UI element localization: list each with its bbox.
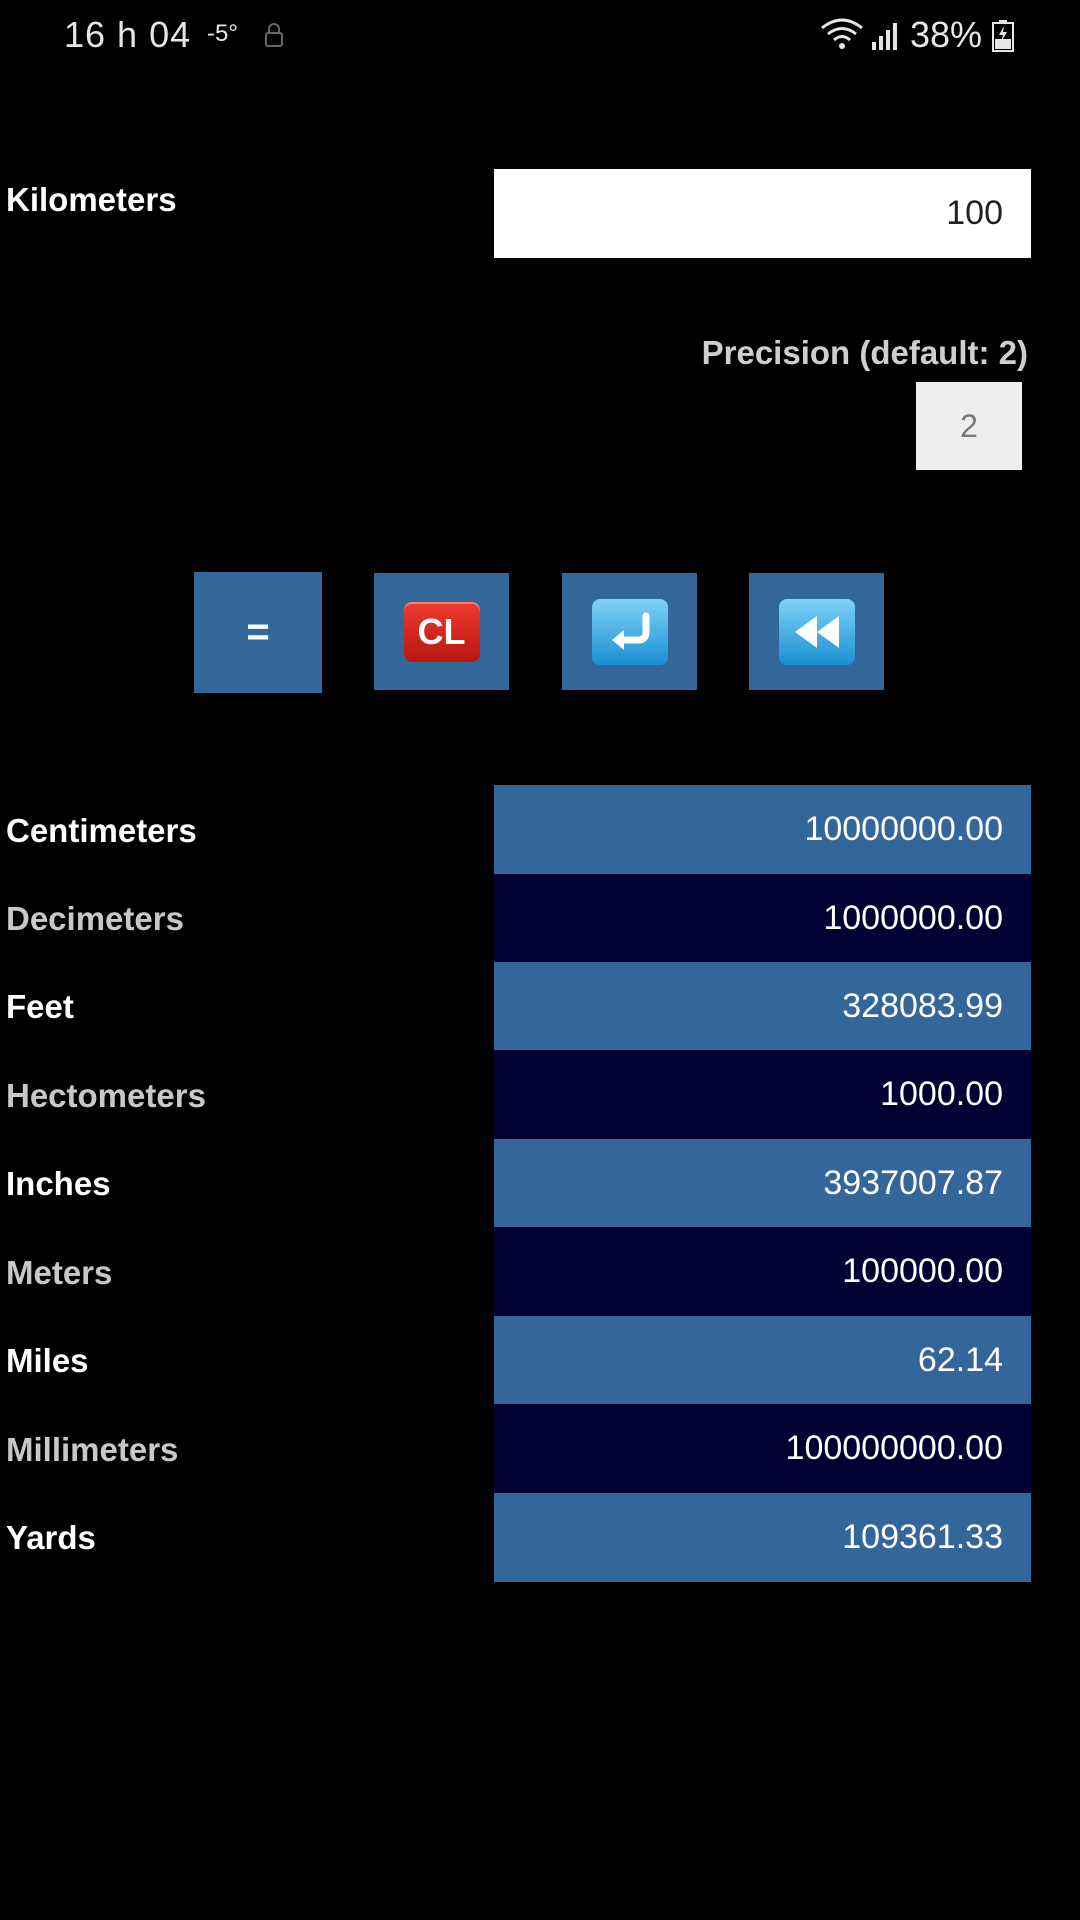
clear-label: CL [417,610,466,652]
result-label-hectometers: Hectometers [6,1077,206,1114]
lock-icon [265,23,283,47]
return-arrow-icon [591,598,668,665]
clear-button[interactable]: CL [374,573,509,690]
battery-icon [992,20,1014,52]
result-label-yards: Yards [6,1519,96,1556]
kilometers-input[interactable] [494,169,1031,258]
result-label-inches: Inches [6,1165,111,1202]
result-value-miles: 62.14 [494,1316,1031,1405]
result-value-meters: 100000.00 [494,1227,1031,1316]
status-temperature: -5° [207,20,238,47]
result-value-decimeters: 1000000.00 [494,874,1031,963]
equals-label: = [246,610,270,654]
result-label-decimeters: Decimeters [6,900,184,937]
source-unit-label: Kilometers [6,181,177,218]
clear-icon: CL [403,601,480,662]
result-label-feet: Feet [6,988,74,1025]
reset-button[interactable] [749,573,884,690]
signal-icon [872,23,897,50]
equals-button[interactable]: = [194,572,322,693]
result-value-millimeters: 100000000.00 [494,1404,1031,1493]
status-time: 16 h 04 [64,14,192,55]
status-bar: 16 h 04 -5° 38% [0,0,1080,70]
rewind-icon [778,598,855,665]
wifi-icon [821,18,863,49]
result-value-centimeters: 10000000.00 [494,785,1031,874]
result-value-hectometers: 1000.00 [494,1050,1031,1139]
result-value-yards: 109361.33 [494,1493,1031,1582]
result-label-centimeters: Centimeters [6,812,197,849]
result-label-miles: Miles [6,1342,89,1379]
precision-input[interactable] [916,382,1022,470]
result-value-inches: 3937007.87 [494,1139,1031,1228]
backspace-button[interactable] [562,573,697,690]
precision-label: Precision (default: 2) [701,334,1028,371]
result-label-millimeters: Millimeters [6,1431,179,1468]
battery-percentage: 38% [910,14,983,55]
result-label-meters: Meters [6,1254,113,1291]
result-value-feet: 328083.99 [494,962,1031,1051]
